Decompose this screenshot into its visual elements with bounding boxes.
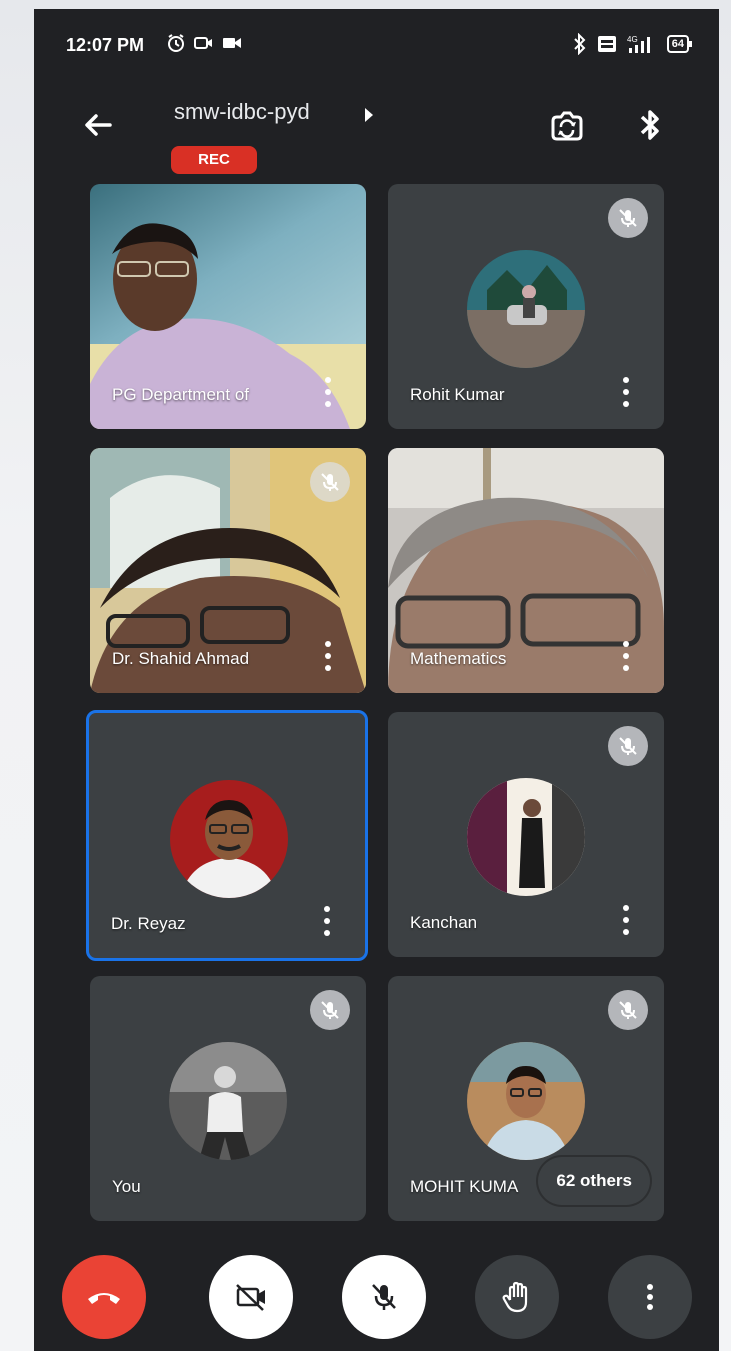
participant-tile-active[interactable]: Dr. Reyaz [86, 710, 368, 961]
mic-off-button[interactable] [342, 1255, 426, 1339]
participant-name: Kanchan [410, 913, 478, 932]
participant-tile[interactable]: MOHIT KUMA 62 others [388, 976, 664, 1221]
more-vert-icon [647, 1284, 653, 1310]
camera-off-icon [236, 1284, 265, 1311]
more-vert-icon[interactable] [620, 905, 632, 935]
participant-tile[interactable]: PG Department of [90, 184, 366, 429]
participant-name: Dr. Shahid Ahmad [112, 649, 250, 668]
mic-off-icon [608, 726, 648, 766]
more-vert-icon[interactable] [321, 906, 333, 936]
raise-hand-icon [502, 1281, 528, 1313]
avatar [467, 778, 585, 896]
camera-off-button[interactable] [209, 1255, 293, 1339]
alarm-icon [168, 34, 184, 52]
more-vert-icon[interactable] [620, 377, 632, 407]
more-vert-icon[interactable] [620, 641, 632, 671]
mic-off-icon [372, 1284, 396, 1310]
switch-camera-icon[interactable] [547, 107, 587, 147]
mic-off-icon [608, 198, 648, 238]
participant-tile[interactable]: Kanchan [388, 712, 664, 957]
participant-name: PG Department of [112, 385, 250, 404]
signal-icon: 4G [627, 35, 650, 53]
participant-name: Rohit Kumar [410, 385, 505, 404]
participant-name: Mathematics [410, 649, 507, 668]
others-count-chip[interactable]: 62 others [538, 1157, 650, 1205]
avatar [169, 1042, 287, 1160]
meet-icon [194, 37, 212, 49]
call-controls [34, 1219, 719, 1349]
recording-badge: REC [171, 146, 257, 174]
meet-screen: 12:07 PM 4G 64 smw-idbc-pyd REC PG Depar… [34, 9, 719, 1351]
svg-text:4G: 4G [627, 35, 638, 44]
status-icons-left [166, 33, 242, 53]
volte-icon [597, 36, 616, 52]
participant-tile[interactable]: Rohit Kumar [388, 184, 664, 429]
mic-off-icon [608, 990, 648, 1030]
avatar [467, 250, 585, 368]
participant-name: Dr. Reyaz [111, 914, 186, 933]
bluetooth-status-icon [574, 33, 586, 55]
caret-right-icon[interactable] [362, 105, 376, 125]
participant-tile[interactable]: Mathematics [388, 448, 664, 693]
participant-name: MOHIT KUMA [410, 1177, 519, 1196]
end-call-icon [88, 1293, 120, 1304]
battery-indicator: 64 [666, 35, 693, 53]
mic-off-icon [310, 462, 350, 502]
avatar [467, 1042, 585, 1160]
more-vert-icon[interactable] [322, 641, 334, 671]
status-bar: 12:07 PM 4G 64 [34, 9, 719, 73]
bluetooth-audio-icon[interactable] [630, 105, 670, 145]
more-options-button[interactable] [608, 1255, 692, 1339]
video-camera-icon [223, 38, 241, 48]
raise-hand-button[interactable] [475, 1255, 559, 1339]
back-arrow-icon[interactable] [78, 105, 118, 145]
status-time: 12:07 PM [66, 35, 145, 55]
avatar [170, 780, 288, 898]
status-icons-right: 4G 64 [571, 33, 693, 55]
participant-name: You [112, 1177, 141, 1196]
participant-tile[interactable]: Dr. Shahid Ahmad [90, 448, 366, 693]
more-vert-icon[interactable] [322, 377, 334, 407]
meeting-code[interactable]: smw-idbc-pyd [174, 99, 310, 125]
mic-off-icon [310, 990, 350, 1030]
end-call-button[interactable] [62, 1255, 146, 1339]
participant-tile-self[interactable]: You [90, 976, 366, 1221]
